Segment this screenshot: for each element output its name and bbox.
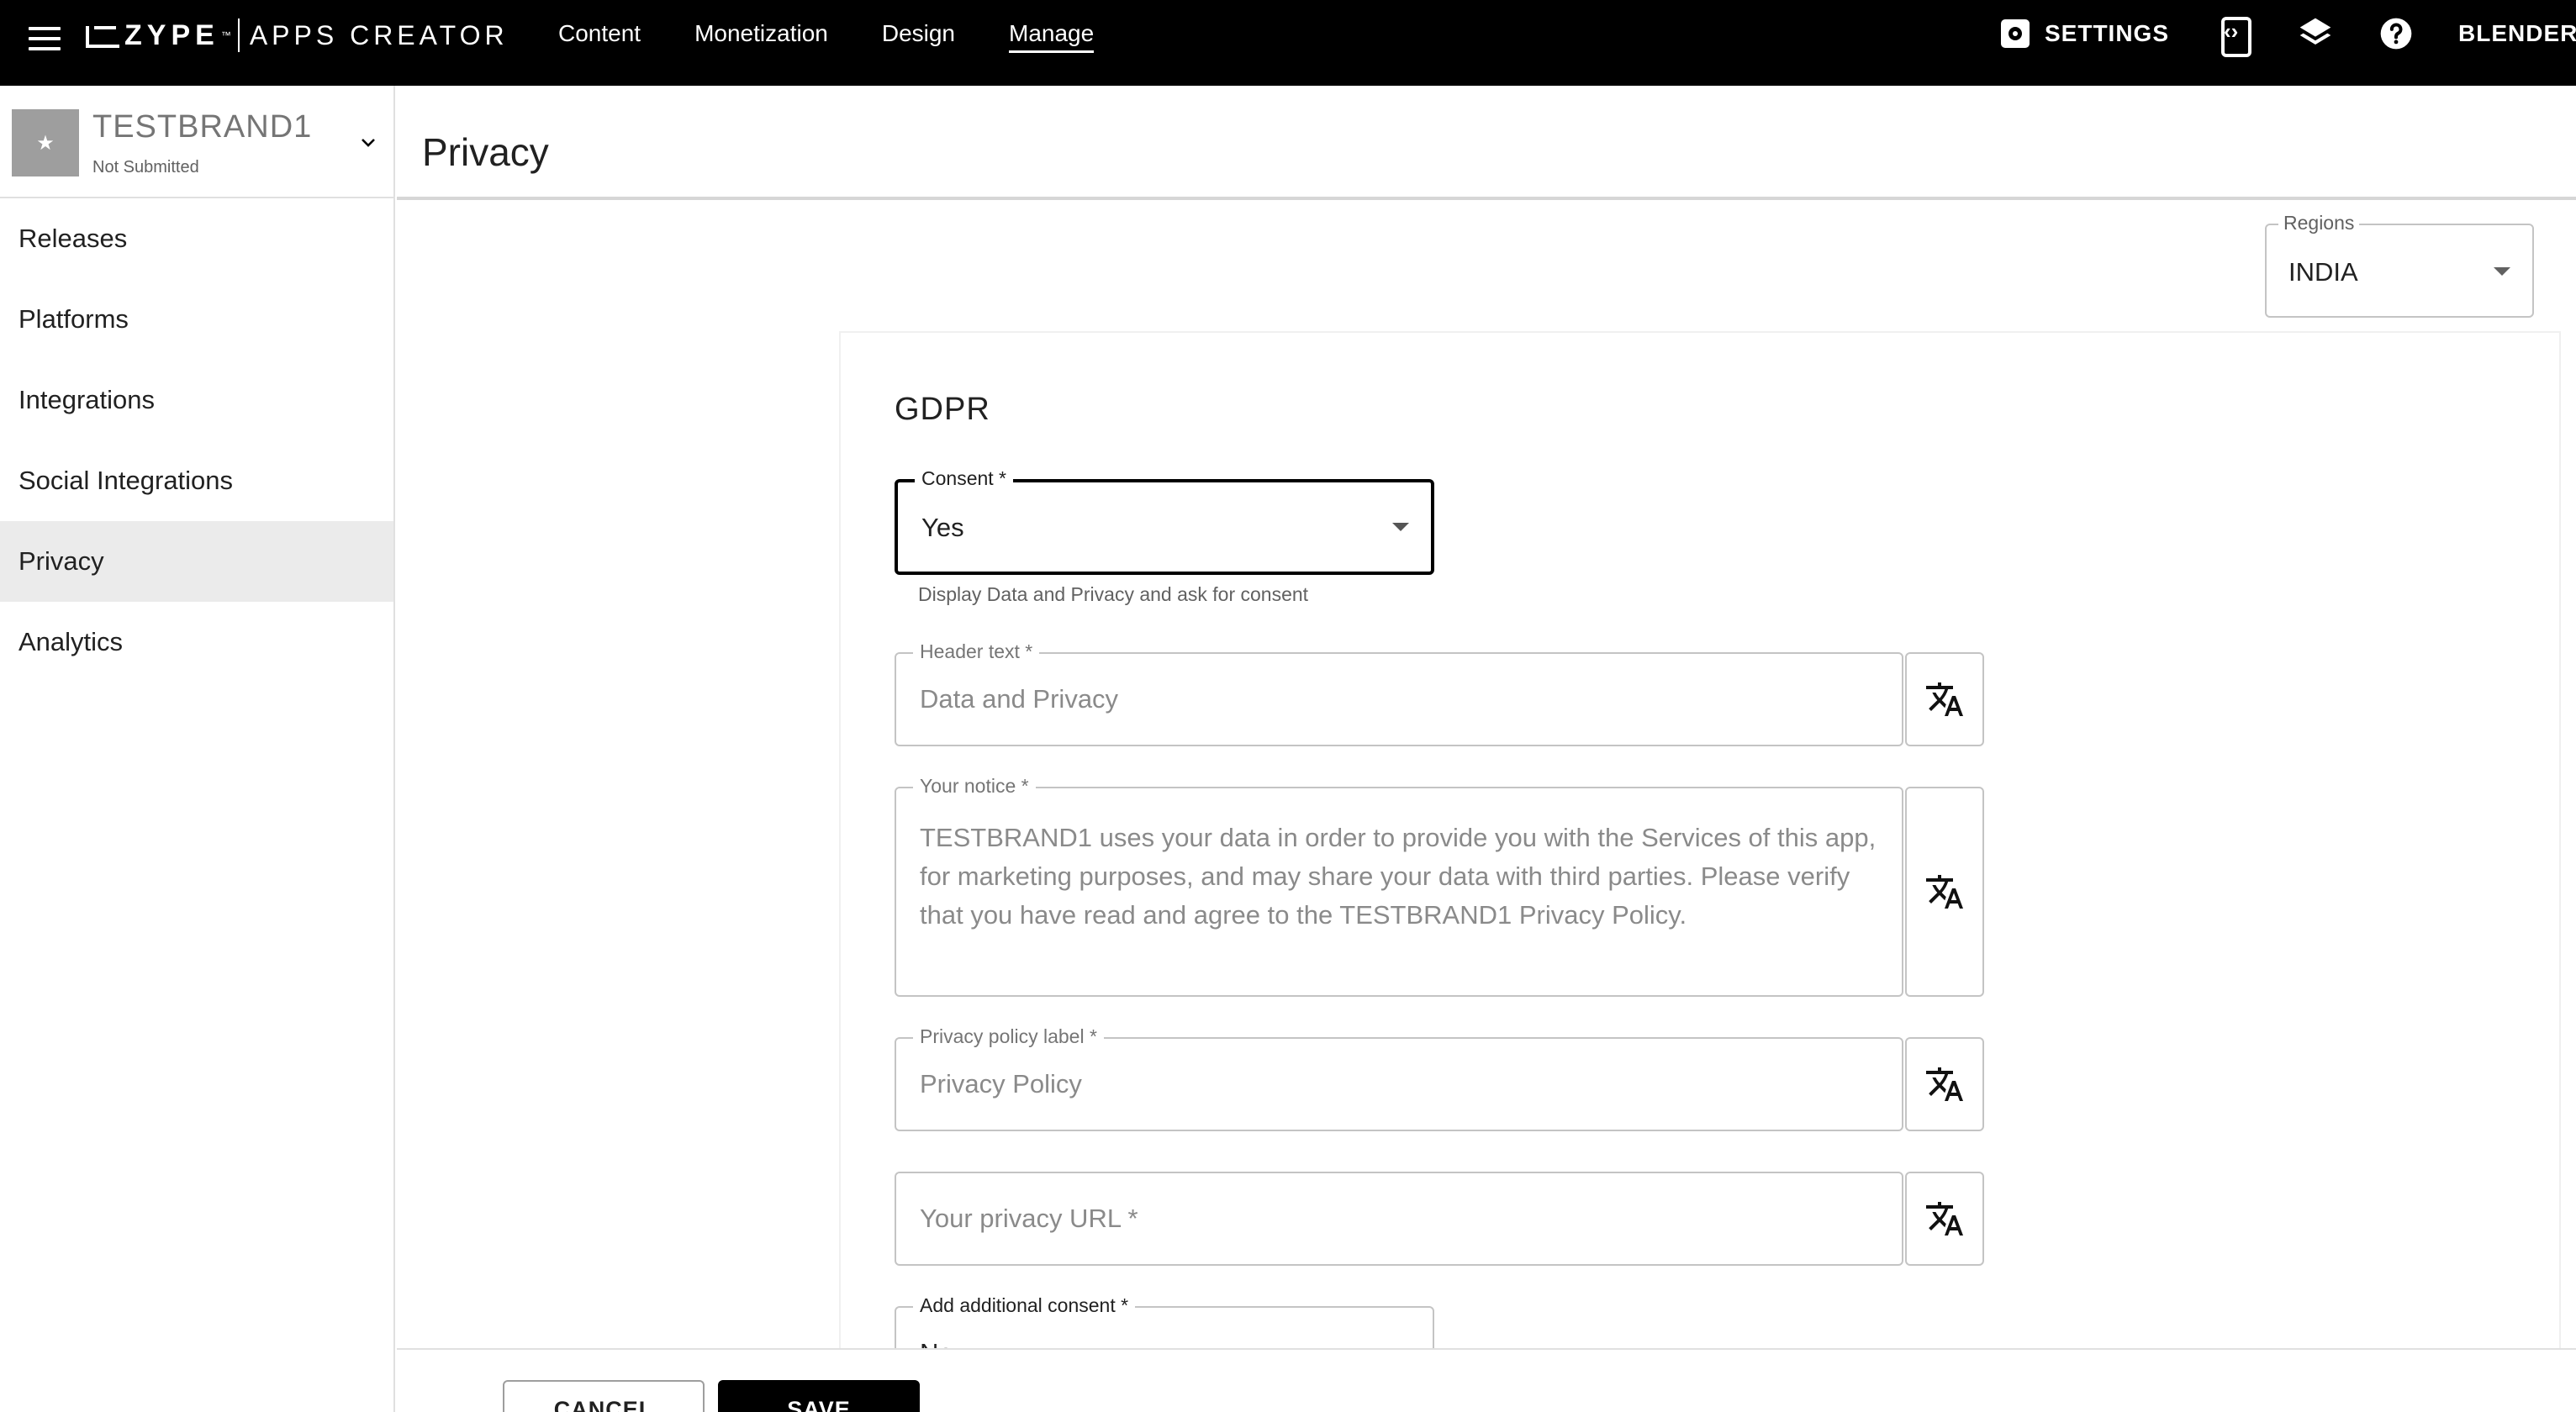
regions-label: Regions [2278, 212, 2360, 234]
consent-label: Consent * [915, 467, 1014, 490]
help-icon[interactable] [2378, 15, 2412, 52]
gear-icon [2000, 19, 2030, 48]
sidebar-item-analytics[interactable]: Analytics [0, 602, 393, 682]
main-nav: Content Monetization Design Manage [558, 0, 1148, 67]
additional-consent-select[interactable]: Add additional consent * No [895, 1294, 1434, 1348]
privacy-policy-label-field[interactable]: Privacy policy label * Privacy Policy [895, 1025, 1903, 1131]
page-header: Privacy [397, 86, 2576, 200]
top-app-bar: ZYPE ™ APPS CREATOR Content Monetization… [0, 0, 2576, 86]
nav-content[interactable]: Content [558, 0, 641, 67]
gdpr-card: GDPR Consent * Yes Display Data and Priv… [839, 331, 2561, 1348]
translate-icon [1926, 875, 1963, 909]
privacy-url-placeholder[interactable]: Your privacy URL * [920, 1204, 1138, 1234]
brand-status: Not Submitted [92, 158, 199, 176]
sidebar-item-privacy[interactable]: Privacy [0, 521, 393, 602]
header-text-value[interactable]: Data and Privacy [920, 684, 1118, 714]
additional-consent-label: Add additional consent * [913, 1294, 1136, 1317]
nav-manage[interactable]: Manage [1009, 0, 1095, 67]
translate-privacy-url-button[interactable] [1905, 1172, 1984, 1266]
translate-notice-button[interactable] [1905, 787, 1984, 997]
menu-icon[interactable] [25, 18, 66, 59]
nav-monetization[interactable]: Monetization [694, 0, 828, 67]
translate-policy-label-button[interactable] [1905, 1037, 1984, 1131]
save-button[interactable]: SAVE [718, 1380, 920, 1412]
form-footer: CANCEL SAVE [397, 1348, 2576, 1412]
layers-icon[interactable] [2297, 15, 2331, 52]
brand-selector[interactable]: ★ TESTBRAND1 Not Submitted [0, 86, 393, 198]
page-title: Privacy [422, 130, 549, 174]
regions-value: INDIA [2288, 257, 2358, 287]
nav-design[interactable]: Design [882, 0, 955, 67]
header-text-field[interactable]: Header text * Data and Privacy [895, 640, 1903, 746]
consent-helper-text: Display Data and Privacy and ask for con… [918, 583, 1309, 605]
logo-trademark: ™ [220, 29, 231, 41]
sidebar-item-releases[interactable]: Releases [0, 198, 393, 279]
privacy-policy-label-label: Privacy policy label * [913, 1025, 1104, 1048]
consent-value: Yes [921, 513, 964, 542]
notice-value[interactable]: TESTBRAND1 uses your data in order to pr… [920, 819, 1878, 935]
star-icon: ★ [36, 131, 55, 155]
consent-select[interactable]: Consent * Yes [895, 467, 1434, 575]
chevron-down-icon[interactable] [358, 133, 378, 153]
header-text-label: Header text * [913, 640, 1040, 663]
user-name[interactable]: BLENDER D [2458, 20, 2576, 47]
sidebar-item-social-integrations[interactable]: Social Integrations [0, 440, 393, 521]
notice-textarea[interactable]: Your notice * TESTBRAND1 uses your data … [895, 775, 1903, 997]
translate-icon [1926, 1067, 1963, 1101]
translate-icon [1926, 682, 1963, 716]
dropdown-arrow-icon [2494, 267, 2510, 276]
logo-brand: ZYPE [124, 18, 219, 51]
app-logo[interactable]: ZYPE ™ APPS CREATOR [86, 15, 509, 55]
logo-app-name: APPS CREATOR [249, 19, 509, 50]
logo-mark [86, 24, 119, 48]
logo-divider [237, 18, 240, 52]
regions-select[interactable]: Regions INDIA [2265, 212, 2534, 318]
sidebar-menu: Releases Platforms Integrations Social I… [0, 198, 393, 682]
gdpr-heading: GDPR [895, 392, 990, 427]
sidebar-item-platforms[interactable]: Platforms [0, 279, 393, 360]
settings-label: SETTINGS [2044, 20, 2169, 46]
code-preview-icon[interactable] [2216, 15, 2251, 57]
translate-icon [1926, 1202, 1963, 1236]
additional-consent-value: No [920, 1338, 953, 1348]
translate-header-text-button[interactable] [1905, 652, 1984, 746]
brand-thumbnail: ★ [12, 109, 79, 176]
cancel-button[interactable]: CANCEL [503, 1380, 705, 1412]
privacy-policy-label-value[interactable]: Privacy Policy [920, 1069, 1082, 1099]
sidebar-item-integrations[interactable]: Integrations [0, 360, 393, 440]
settings-button[interactable]: SETTINGS [2000, 19, 2169, 48]
brand-name: TESTBRAND1 [92, 109, 313, 145]
top-right-actions: SETTINGS BLENDER D [2000, 0, 2576, 67]
dropdown-arrow-icon [1392, 523, 1409, 531]
sidebar: ★ TESTBRAND1 Not Submitted Releases Plat… [0, 86, 395, 1412]
privacy-url-field[interactable]: Your privacy URL * [895, 1172, 1903, 1266]
notice-label: Your notice * [913, 775, 1036, 798]
